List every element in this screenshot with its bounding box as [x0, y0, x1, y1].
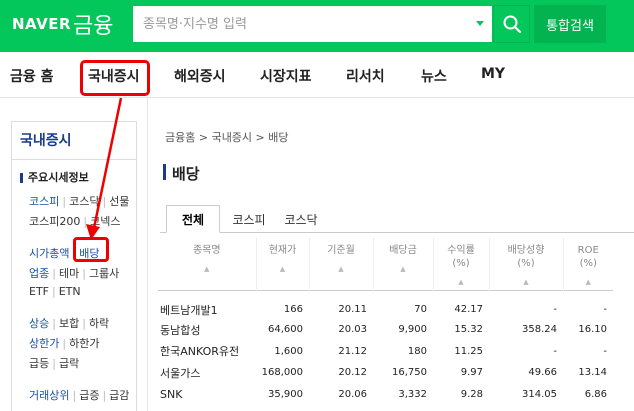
- table-cell: 9.97: [460, 367, 483, 379]
- table-cell: 20.06: [338, 388, 367, 400]
- table-cell: 42.17: [454, 304, 483, 316]
- sort-icon: ▲: [458, 278, 464, 286]
- stock-name-link[interactable]: 동남합성: [158, 319, 256, 341]
- market-tabs: 전체 코스피 코스닥: [160, 205, 634, 233]
- column-header-dividend[interactable]: 배당금 ▲: [373, 238, 434, 290]
- table-cell: 16.10: [578, 324, 607, 336]
- column-header-roe[interactable]: ROE (%) ▲: [563, 238, 613, 290]
- dividend-table: 종목명 ▲ 현재가 ▲ 기준월 ▲ 배당금 ▲ 수익률 (%) ▲ 배당성향 (%) ▲ R…: [158, 238, 613, 405]
- table-row[interactable]: 서울가스 168,000 20.12 16,750 9.97 49.66 13.14: [158, 362, 613, 384]
- table-row[interactable]: 베트남개발1 166 20.11 70 42.17 - -: [158, 290, 613, 319]
- table-cell: 20.11: [338, 304, 367, 316]
- table-cell: 166: [283, 304, 303, 316]
- title-bar-icon: [163, 164, 166, 180]
- divider: [147, 98, 148, 411]
- table-cell: 15.32: [454, 324, 483, 336]
- table-cell: 13.14: [578, 367, 607, 379]
- table-cell: 70: [414, 304, 427, 316]
- sort-icon: ▲: [523, 278, 529, 286]
- table-cell: 35,900: [268, 388, 303, 400]
- table-cell: 6.86: [584, 388, 607, 400]
- table-cell: -: [553, 304, 557, 316]
- column-header-price[interactable]: 현재가 ▲: [256, 238, 310, 290]
- table-cell: 49.66: [528, 367, 557, 379]
- column-header-base-month[interactable]: 기준월 ▲: [309, 238, 374, 290]
- table-cell: 11.25: [454, 345, 483, 357]
- sort-icon: ▲: [585, 278, 591, 286]
- table-cell: 16,750: [392, 367, 427, 379]
- breadcrumb[interactable]: 금융홈 > 국내증시 > 배당: [165, 129, 289, 145]
- table-cell: -: [553, 345, 557, 357]
- table-cell: -: [603, 345, 607, 357]
- table-cell: 20.12: [338, 367, 367, 379]
- tab-kospi[interactable]: 코스피: [224, 205, 274, 233]
- sort-icon: ▲: [400, 265, 406, 273]
- table-cell: 20.03: [338, 324, 367, 336]
- stock-name-link[interactable]: 한국ANKOR유전: [158, 341, 256, 363]
- stock-name-link[interactable]: 베트남개발1: [158, 290, 256, 319]
- tab-kosdaq[interactable]: 코스닥: [276, 205, 326, 233]
- table-cell: -: [603, 304, 607, 316]
- column-header-payout-ratio[interactable]: 배당성향 (%) ▲: [489, 238, 564, 290]
- table-row[interactable]: SNK 35,900 20.06 3,332 9.28 314.05 6.86: [158, 384, 613, 406]
- table-cell: 358.24: [522, 324, 557, 336]
- table-cell: 3,332: [398, 388, 427, 400]
- column-header-yield[interactable]: 수익률 (%) ▲: [433, 238, 490, 290]
- stock-name-link[interactable]: SNK: [158, 384, 256, 406]
- table-row[interactable]: 한국ANKOR유전 1,600 21.12 180 11.25 - -: [158, 341, 613, 363]
- column-header-name[interactable]: 종목명 ▲: [158, 238, 257, 290]
- table-header-row: 종목명 ▲ 현재가 ▲ 기준월 ▲ 배당금 ▲ 수익률 (%) ▲ 배당성향 (%) ▲ R…: [158, 238, 613, 290]
- sort-icon: ▲: [204, 265, 210, 273]
- table-cell: 9,900: [398, 324, 427, 336]
- sort-icon: ▲: [279, 265, 286, 273]
- table-cell: 21.12: [338, 345, 367, 357]
- table-cell: 180: [407, 345, 427, 357]
- stock-name-link[interactable]: 서울가스: [158, 362, 256, 384]
- table-cell: 1,600: [274, 345, 303, 357]
- table-cell: 9.28: [460, 388, 483, 400]
- table-cell: 314.05: [522, 388, 557, 400]
- sort-icon: ▲: [338, 265, 344, 273]
- table-row[interactable]: 동남합성 64,600 20.03 9,900 15.32 358.24 16.10: [158, 319, 613, 341]
- page-title: 배당: [172, 165, 200, 183]
- tab-all[interactable]: 전체: [166, 205, 220, 233]
- table-cell: 168,000: [261, 367, 303, 379]
- table-cell: 64,600: [268, 324, 303, 336]
